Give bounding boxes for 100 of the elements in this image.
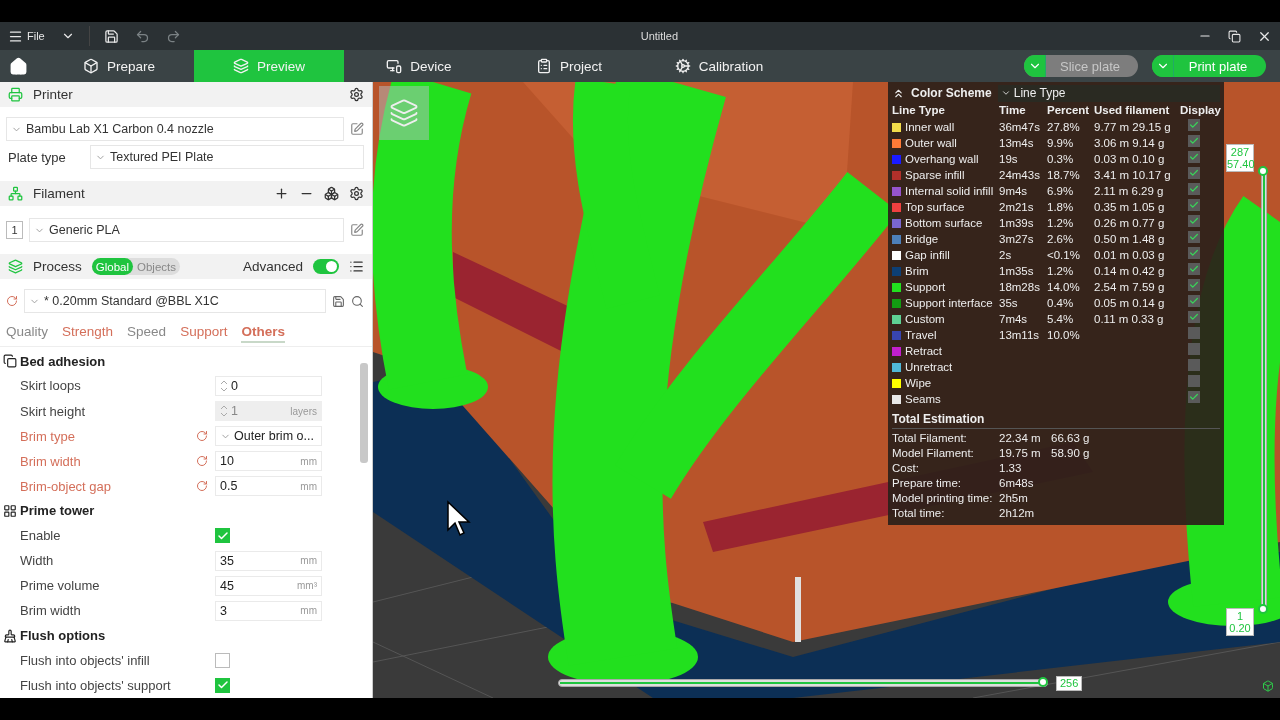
main-tab[interactable]: Prepare [44,50,194,82]
field-label: Plate type [8,149,67,165]
display-checkbox[interactable] [1188,263,1200,275]
display-checkbox[interactable] [1188,215,1200,227]
settings-tab[interactable]: Quality [6,324,49,343]
advanced-switch[interactable] [313,259,339,274]
display-checkbox[interactable] [1188,135,1200,147]
line-type-name: Travel [905,329,937,341]
total-label: Total time: [892,506,946,521]
list-icon[interactable] [349,259,364,274]
layers-button[interactable] [379,86,429,140]
total-value: 58.90 g [1051,447,1090,459]
slider-handle[interactable] [1038,677,1048,687]
setting-label: Enable [20,528,62,544]
total-label: Model Filament: [892,446,975,461]
percent-value: 5.4% [1047,313,1074,325]
reset-icon[interactable] [196,480,208,493]
percent-value: 1.8% [1047,201,1074,213]
settings-tab[interactable]: Speed [127,324,167,343]
display-checkbox[interactable] [1188,375,1200,387]
filament-value: 0.14 m 0.42 g [1094,265,1165,277]
settings-icon[interactable] [349,186,364,201]
display-checkbox[interactable] [1188,327,1200,339]
reset-icon[interactable] [6,295,18,307]
search-icon[interactable] [351,294,364,308]
reset-icon[interactable] [196,430,208,443]
main-tab[interactable]: Device [344,50,494,82]
input-field[interactable]: 35 mm [215,550,322,571]
setting-label: Brim-object gap [20,478,113,494]
display-checkbox[interactable] [1188,119,1200,131]
cube-icon[interactable] [1262,680,1274,692]
line-type-name: Unretract [905,361,953,373]
display-checkbox[interactable] [1188,247,1200,259]
input-field[interactable]: 3 mm [215,600,322,621]
group-title: Flush options [20,628,106,644]
total-label: Prepare time: [892,476,963,491]
time-value: 36m47s [999,121,1040,133]
edit-icon[interactable] [350,223,364,237]
display-checkbox[interactable] [1188,391,1200,403]
line-type-name: Seams [905,393,941,405]
line-type-name: Support [905,281,946,293]
percent-value: 14.0% [1047,281,1080,293]
stepper-icon[interactable] [220,379,228,393]
pointer-cursor-icon [446,500,472,538]
display-checkbox[interactable] [1188,343,1200,355]
main-tab[interactable]: Project [494,50,644,82]
settings-tab[interactable]: Strength [62,324,114,343]
display-checkbox[interactable] [1188,359,1200,371]
input-field[interactable]: 0 [215,376,322,396]
display-checkbox[interactable] [1188,183,1200,195]
display-checkbox[interactable] [1188,279,1200,291]
filament-dropdown[interactable]: Generic PLA [29,218,344,242]
plate-dropdown[interactable]: Textured PEI Plate [90,145,364,169]
percent-value: <0.1% [1047,249,1080,261]
display-checkbox[interactable] [1188,231,1200,243]
move-label: 256 [1056,676,1083,691]
total-label: Cost: [892,461,920,476]
input-field[interactable]: 0.5 mm [215,476,322,497]
process-dropdown[interactable]: * 0.20mm Standard @BBL X1C [24,289,326,313]
percent-value: 18.7% [1047,169,1080,181]
line-type-name: Overhang wall [905,153,979,165]
file-menu[interactable]: File [0,22,53,50]
filament-value: 2.11 m 6.29 g [1094,185,1164,197]
line-type-name: Sparse infill [905,169,965,181]
display-checkbox[interactable] [1188,151,1200,163]
percent-value: 0.4% [1047,297,1074,309]
slider-handle[interactable] [1258,166,1268,176]
scheme-dropdown[interactable]: Line Type [997,84,1220,102]
scrollbar[interactable] [360,363,368,463]
list-icon [536,58,552,74]
settings-icon[interactable] [349,87,364,102]
brush-icon [3,628,17,643]
time-value: 13m4s [999,137,1034,149]
move-slider[interactable] [558,679,1048,687]
slot-number: 1 [6,221,23,239]
checkbox[interactable] [215,528,230,544]
layers-icon [233,58,249,74]
display-checkbox[interactable] [1188,167,1200,179]
total-value: 19.75 m [999,447,1041,459]
edit-icon[interactable] [350,122,364,136]
checkbox[interactable] [215,652,230,668]
checkbox[interactable] [215,677,230,693]
slider-handle[interactable] [1258,604,1268,614]
settings-tab[interactable]: Support [180,324,228,343]
percent-value: 1.2% [1047,217,1074,229]
dropdown[interactable]: Outer brim o... [215,426,322,447]
filament-value: 0.03 m 0.10 g [1094,153,1165,165]
filament-value: 0.05 m 0.14 g [1094,297,1165,309]
input-field[interactable]: 10 mm [215,451,322,472]
main-tab[interactable]: Calibration [644,50,794,82]
display-checkbox[interactable] [1188,295,1200,307]
reset-icon[interactable] [196,455,208,468]
display-checkbox[interactable] [1188,311,1200,323]
save-icon[interactable] [332,294,345,308]
display-checkbox[interactable] [1188,199,1200,211]
printer-dropdown[interactable]: Bambu Lab X1 Carbon 0.4 nozzle [6,117,344,141]
add-icon[interactable] [274,186,289,201]
time-value: 18m28s [999,281,1040,293]
time-value: 7m4s [999,313,1028,325]
input-field[interactable]: 45 mm³ [215,575,322,596]
